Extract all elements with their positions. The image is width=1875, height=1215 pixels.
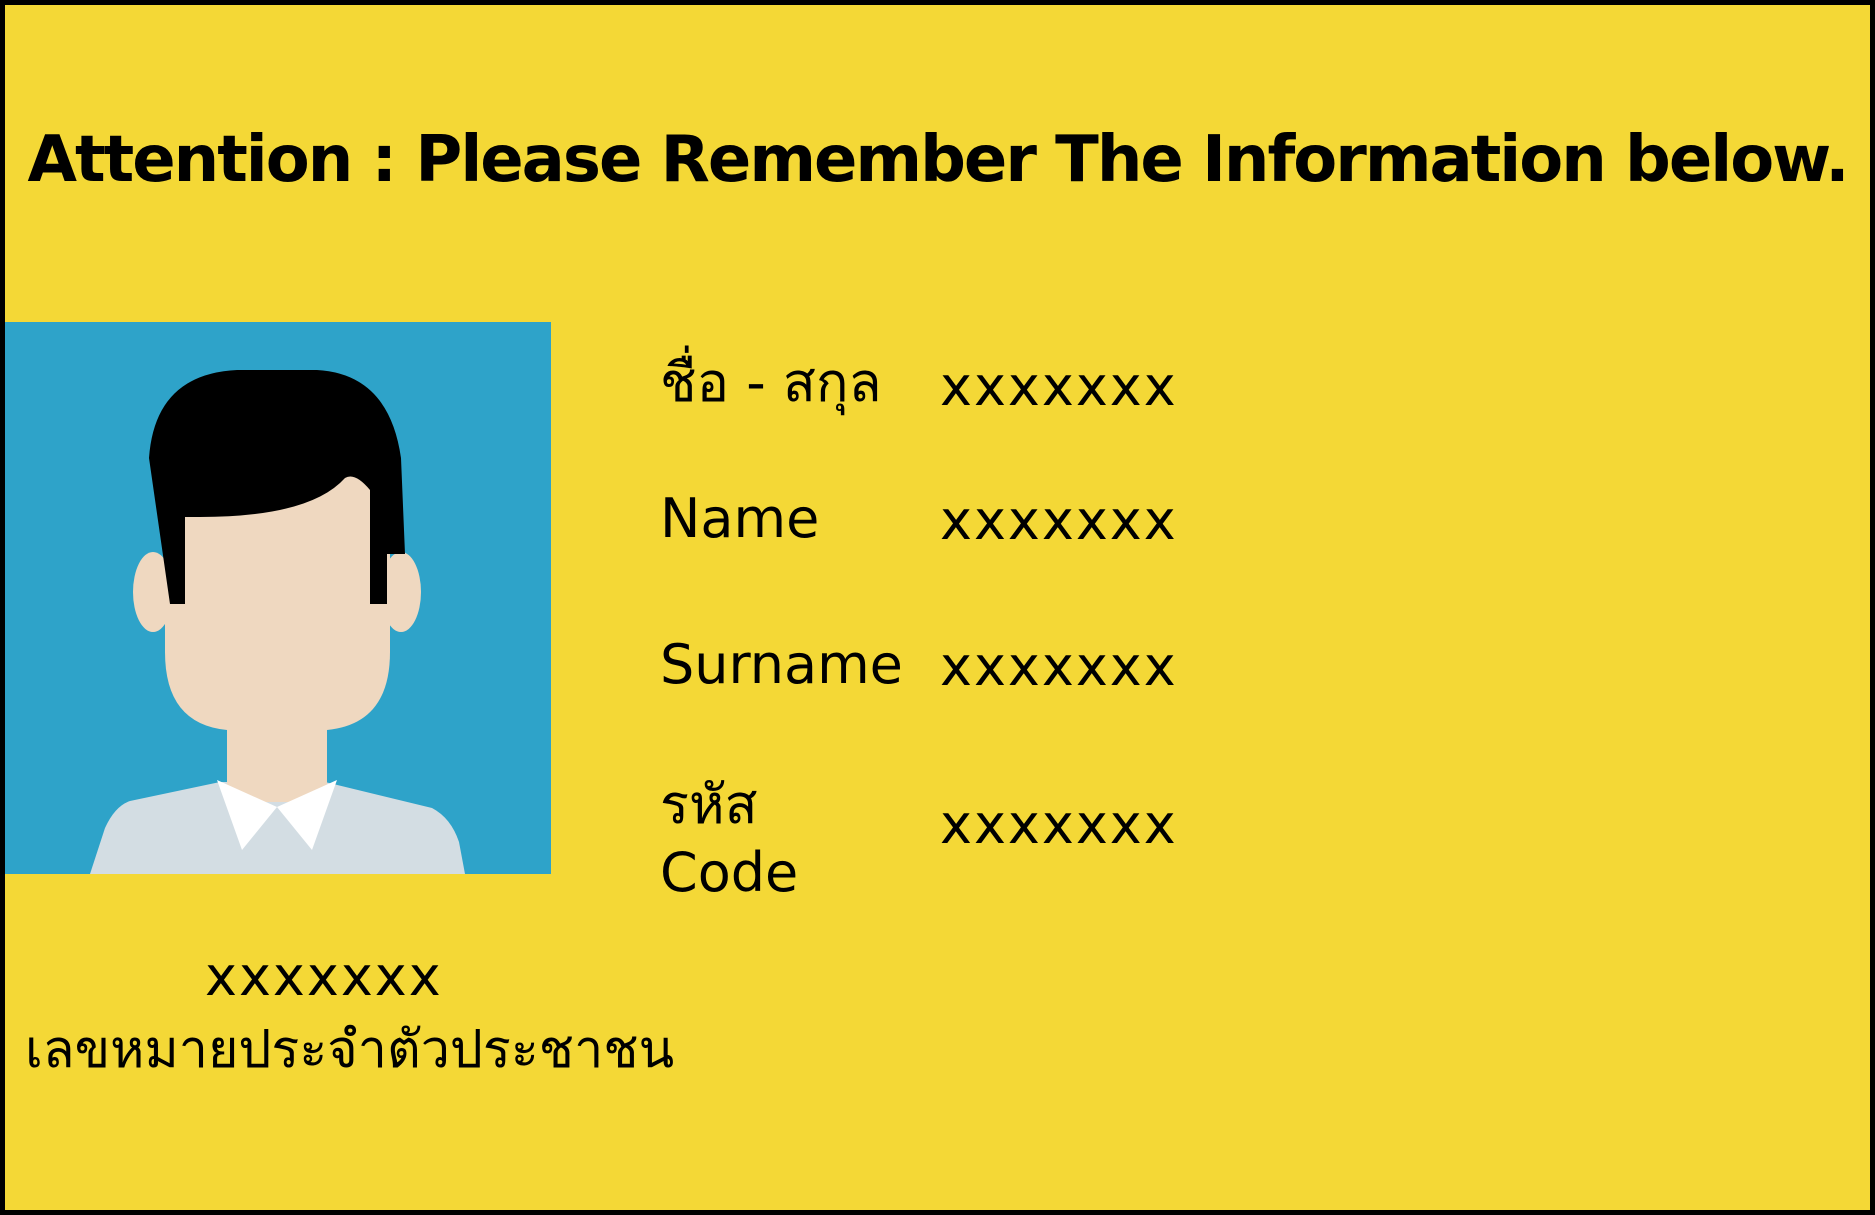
attention-title: Attention : Please Remember The Informat… (27, 123, 1850, 197)
name-value: xxxxxxx (940, 489, 1178, 552)
surname-label: Surname (660, 633, 903, 696)
full-name-thai-label: ชื่อ - สกุล (660, 351, 882, 414)
profile-photo (5, 322, 551, 874)
surname-value: xxxxxxx (940, 635, 1178, 698)
person-avatar-icon (5, 322, 551, 874)
code-value: xxxxxxx (940, 793, 1178, 856)
code-label: Code (660, 841, 799, 904)
name-label: Name (660, 487, 820, 550)
full-name-thai-value: xxxxxxx (940, 355, 1178, 418)
citizen-id-value: xxxxxxx (205, 945, 443, 1008)
code-thai-label: รหัส (660, 773, 758, 836)
citizen-id-label: เลขหมายประจำตัวประชาชน (25, 1020, 675, 1080)
id-card: Attention : Please Remember The Informat… (0, 0, 1875, 1215)
